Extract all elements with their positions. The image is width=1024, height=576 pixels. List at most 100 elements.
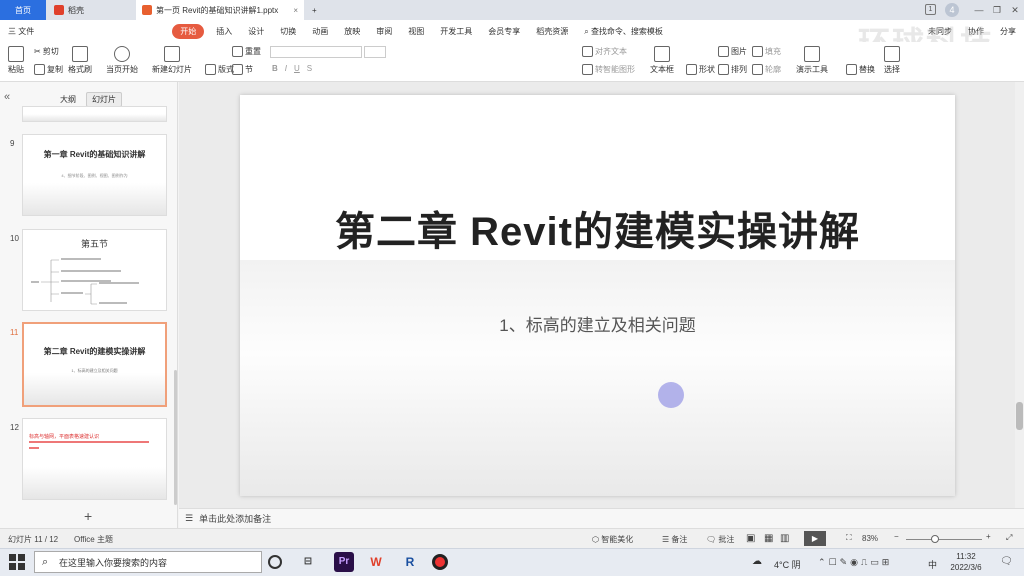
menu-member[interactable]: 会员专享 [480,26,528,37]
thumbnail-8[interactable] [22,106,167,122]
tab-docer[interactable]: 稻壳 [48,0,134,20]
taskbar-search-input[interactable]: ⌕ 在这里输入你要搜索的内容 [34,551,262,573]
textbox-button[interactable]: 文本框 [650,46,674,75]
minimize-icon[interactable]: — [972,3,986,17]
scrollbar-thumb[interactable] [1016,402,1023,430]
font-family-select[interactable] [270,46,362,58]
thumbnail-9[interactable]: 第一章 Revit的基础知识讲解 4、细节阶段、图例、视图、图例作为 [22,134,167,216]
play-slideshow-button[interactable]: ▶ [804,531,826,546]
menu-design[interactable]: 设计 [240,26,272,37]
remarks-button[interactable]: ☰ 备注 [662,534,687,545]
menu-file[interactable]: 三 文件 [0,26,42,37]
reset-button[interactable]: 重置 [232,46,261,57]
reading-view-icon[interactable]: ▥ [780,533,789,544]
panel-scrollbar[interactable] [174,370,177,505]
tab-outline[interactable]: 大纲 [60,94,76,105]
arrange-button[interactable]: 排列 [718,64,747,75]
ime-indicator[interactable]: 中 [928,558,937,571]
format-painter-button[interactable]: 格式刷 [68,46,92,75]
new-tab-button[interactable]: + [306,0,322,20]
weather-text[interactable]: 4°C 阴 [774,558,801,571]
font-size-select[interactable] [364,46,386,58]
revit-icon[interactable]: R [400,552,420,572]
thumbnail-title: 第一章 Revit的基础知识讲解 [43,150,146,159]
notes-bar[interactable]: ☰ 单击此处添加备注 [179,508,1024,528]
paste-button[interactable]: 粘贴 [8,46,24,75]
menu-view[interactable]: 视图 [400,26,432,37]
close-tab-icon[interactable]: × [293,6,298,15]
cut-button[interactable]: ✂ 剪切 [34,46,59,57]
menu-animation[interactable]: 动画 [304,26,336,37]
zoom-slider-knob[interactable] [931,535,940,543]
pointer-highlight [658,382,684,408]
bold-button[interactable]: B [272,64,278,73]
presenter-tools-button[interactable]: 演示工具 [796,46,828,75]
notifications-icon[interactable]: 🗨 [1000,556,1013,567]
replace-button[interactable]: 替换 [846,64,875,75]
recorder-icon[interactable] [432,554,448,570]
tab-home[interactable]: 首页 [0,0,46,20]
thumbnail-11-selected[interactable]: 第二章 Revit的建模实操讲解 1、标高的建立及相关问题 [22,322,167,407]
convert-smartart-button[interactable]: 转智能图形 [582,64,635,75]
slide-subtitle[interactable]: 1、标高的建立及相关问题 [240,311,955,336]
command-search[interactable]: ⌕ 查找命令、搜索模板 [576,26,671,37]
fit-window-icon[interactable]: ⛶ [846,533,852,543]
menu-docer[interactable]: 稻壳资源 [528,26,576,37]
wps-icon[interactable]: W [366,552,386,572]
italic-button[interactable]: I [285,64,287,73]
user-avatar[interactable]: 4 [945,3,959,17]
slide-title[interactable]: 第二章 Revit的建模实操讲解 [240,199,955,257]
cortana-icon[interactable] [268,555,282,569]
tray-icons[interactable]: ⌃☐✎◉⎍▭⊞ [818,557,892,568]
search-icon: ⌕ [584,26,591,36]
align-text-button[interactable]: 对齐文本 [582,46,627,57]
fill-button[interactable]: 填充 [752,46,781,57]
premiere-icon[interactable]: Pr [334,552,354,572]
collapse-panel-icon[interactable]: « [4,91,10,103]
vertical-scrollbar[interactable] [1015,82,1024,508]
close-window-icon[interactable]: ✕ [1008,3,1022,17]
new-slide-button[interactable]: 新建幻灯片 [152,46,192,75]
comment-button[interactable]: 🗨 批注 [706,534,734,545]
thumbnail-12[interactable]: 标高与轴网，平面表格速建认识 [22,418,167,500]
sorter-view-icon[interactable]: ▦ [764,533,773,544]
fullscreen-icon[interactable]: ⤢ [1006,533,1012,543]
outline-button[interactable]: 轮廓 [752,64,781,75]
add-slide-button[interactable]: + [84,508,92,524]
windows-start-icon[interactable] [9,554,25,570]
layout-button[interactable]: 版式 [205,64,234,75]
menu-developer[interactable]: 开发工具 [432,26,480,37]
clock[interactable]: 11:32 2022/3/6 [946,551,986,573]
task-view-icon[interactable]: ⊟ [298,552,318,572]
current-slide[interactable]: 第二章 Revit的建模实操讲解 1、标高的建立及相关问题 [240,95,955,496]
restore-icon[interactable]: ❐ [990,3,1004,17]
window-count-badge[interactable]: 1 [925,4,936,15]
select-button[interactable]: 选择 [884,46,900,75]
zoom-slider[interactable] [906,539,982,540]
picture-button[interactable]: 图片 [718,46,747,57]
thumbnail-title: 第二章 Revit的建模实操讲解 [43,347,146,356]
normal-view-icon[interactable]: ▣ [746,533,755,544]
menu-transition[interactable]: 切换 [272,26,304,37]
shape-button[interactable]: 形状 [686,64,715,75]
play-current-button[interactable]: 当页开始 [106,46,138,75]
zoom-out-button[interactable]: − [894,532,899,541]
menu-insert[interactable]: 插入 [208,26,240,37]
underline-button[interactable]: U [294,64,300,73]
menu-start[interactable]: 开始 [172,23,205,39]
section-button[interactable]: 节 [232,64,253,75]
brush-icon [72,46,88,62]
tab-slides[interactable]: 幻灯片 [86,92,122,107]
tab-document[interactable]: 第一页 Revit的基础知识讲解1.pptx × [136,0,304,20]
strikethrough-button[interactable]: S [307,64,312,73]
thumbnail-10[interactable]: 第五节 [22,229,167,311]
theme-name[interactable]: Office 主题 [74,534,113,545]
menu-review[interactable]: 审阅 [368,26,400,37]
zoom-level[interactable]: 83% [862,534,878,543]
zoom-in-button[interactable]: + [986,532,991,541]
copy-button[interactable]: 复制 [34,64,63,75]
beautify-button[interactable]: ⬡ 智能美化 [592,534,633,545]
menu-slideshow[interactable]: 放映 [336,26,368,37]
menu-share[interactable]: 分享 [992,26,1024,37]
ppt-file-icon [142,5,152,15]
